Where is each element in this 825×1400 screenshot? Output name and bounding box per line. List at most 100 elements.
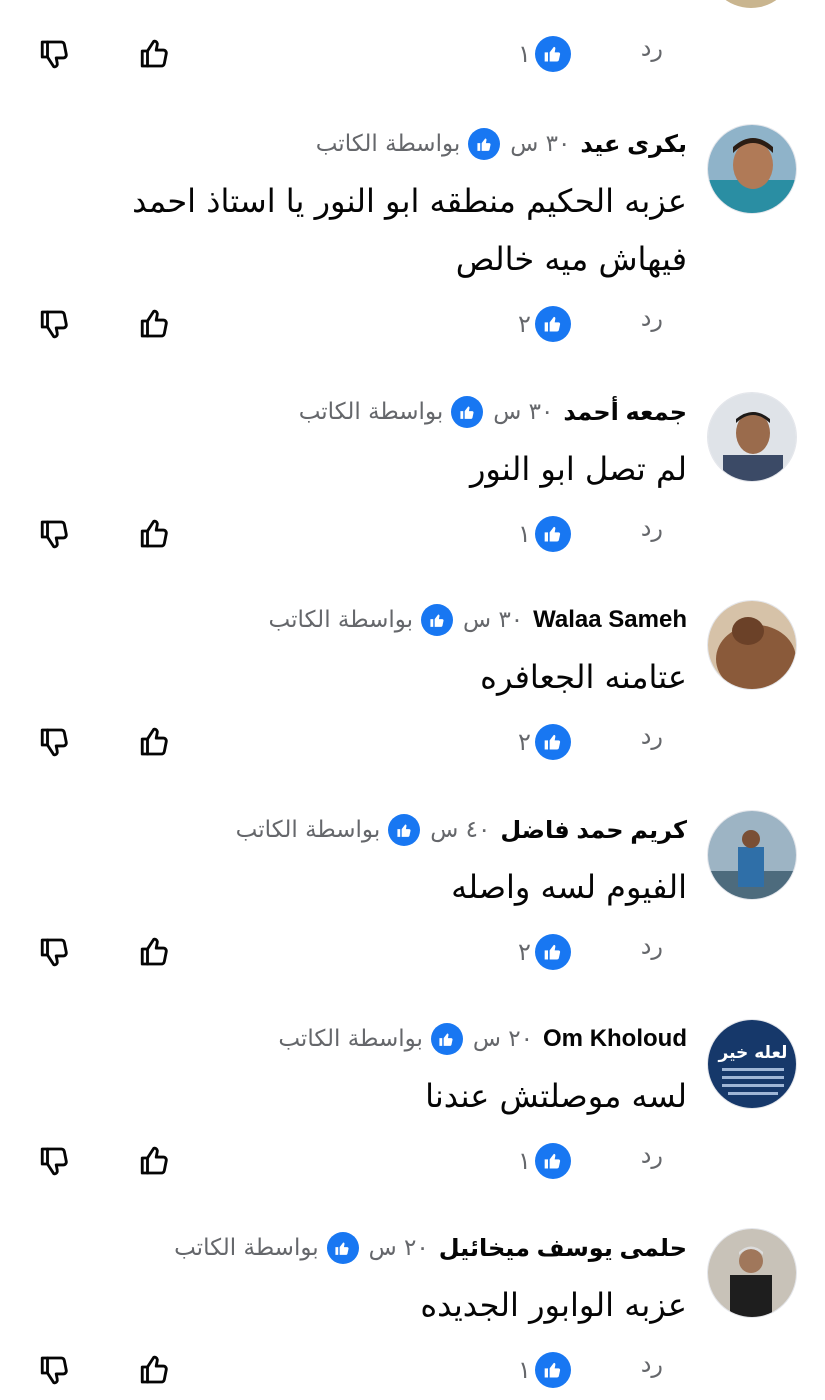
author-name[interactable]: Om Kholoud	[543, 1025, 687, 1053]
author-name[interactable]: حلمى يوسف ميخائيل	[439, 1234, 687, 1263]
author-badge-label: بواسطة الكاتب	[268, 607, 414, 633]
author-badge-label: بواسطة الكاتب	[298, 399, 444, 425]
avatar[interactable]	[707, 810, 797, 900]
comment-text: لسه موصلتش عندنا	[425, 1077, 687, 1115]
author-badge-label: بواسطة الكاتب	[278, 1026, 423, 1052]
like-button[interactable]	[133, 512, 177, 556]
reaction-count-number: ٢	[518, 310, 531, 338]
like-reaction-icon	[534, 1143, 571, 1179]
like-reaction-icon	[534, 724, 571, 760]
author-badge: بواسطة الكاتب	[236, 814, 421, 846]
reaction-count-number: ١	[518, 520, 531, 548]
dislike-button[interactable]	[33, 930, 77, 974]
thumbs-down-icon	[40, 1356, 68, 1385]
comment-action-row: ١ رد	[0, 24, 825, 84]
like-reaction-icon	[430, 1023, 463, 1055]
like-reaction-icon	[451, 396, 484, 428]
avatar[interactable]	[707, 0, 795, 8]
comment-text: عتامنه الجعافره	[480, 658, 687, 696]
comment-action-row: ٢ رد	[0, 712, 825, 772]
comment-meta: Walaa Sameh ٣٠ س بواسطة الكاتب	[268, 602, 687, 638]
thumbs-up-icon	[140, 39, 168, 68]
timestamp[interactable]: ٣٠ س	[463, 607, 523, 633]
dislike-button[interactable]	[33, 32, 77, 76]
thumbs-down-icon	[40, 938, 68, 967]
author-badge-label: بواسطة الكاتب	[174, 1235, 319, 1261]
comment-action-row: ٢ رد	[0, 294, 825, 354]
author-name[interactable]: كريم حمد فاضل	[500, 816, 687, 845]
author-badge: بواسطة الكاتب	[268, 604, 454, 636]
thumbs-down-icon	[40, 1147, 68, 1176]
dislike-button[interactable]	[33, 1139, 77, 1183]
like-button[interactable]	[133, 1139, 177, 1183]
reaction-count-number: ٢	[518, 728, 531, 756]
comment-action-row: ٢ رد	[0, 922, 825, 982]
avatar[interactable]	[707, 392, 797, 482]
reaction-count[interactable]: ١	[518, 1350, 571, 1390]
author-badge-label: بواسطة الكاتب	[315, 131, 461, 157]
avatar[interactable]: لعله خير	[707, 1019, 797, 1109]
reaction-count-number: ١	[518, 1356, 531, 1384]
comment-meta: Om Kholoud ٢٠ س بواسطة الكاتب	[278, 1021, 687, 1057]
reaction-count[interactable]: ١	[518, 34, 571, 74]
like-button[interactable]	[133, 302, 177, 346]
timestamp[interactable]: ٢٠ س	[473, 1026, 533, 1052]
reaction-count-number: ١	[518, 1147, 531, 1175]
timestamp[interactable]: ٣٠ س	[493, 399, 553, 425]
like-reaction-icon	[468, 128, 501, 160]
author-badge: بواسطة الكاتب	[278, 1023, 463, 1055]
thumbs-up-icon	[140, 1146, 168, 1175]
reply-link[interactable]: رد	[641, 34, 663, 62]
reaction-count[interactable]: ١	[518, 1141, 571, 1181]
like-button[interactable]	[133, 1348, 177, 1392]
like-reaction-icon	[421, 604, 454, 636]
timestamp[interactable]: ٤٠ س	[430, 817, 490, 843]
reply-link[interactable]: رد	[641, 304, 663, 332]
author-name[interactable]: Walaa Sameh	[533, 606, 687, 634]
like-button[interactable]	[133, 720, 177, 764]
author-badge-label: بواسطة الكاتب	[235, 817, 381, 843]
avatar-text: لعله خير	[718, 1043, 788, 1063]
reply-link[interactable]: رد	[641, 1141, 663, 1169]
thumbs-up-icon	[140, 727, 168, 756]
comment-text: لم تصل ابو النور	[469, 450, 687, 488]
reaction-count-number: ٢	[518, 938, 531, 966]
reaction-count[interactable]: ٢	[518, 722, 571, 762]
reply-link[interactable]: رد	[641, 722, 663, 750]
author-name[interactable]: جمعه أحمد	[563, 398, 687, 427]
comment-meta: بكرى عيد ٣٠ س بواسطة الكاتب	[316, 126, 687, 162]
comment-meta: حلمى يوسف ميخائيل ٢٠ س بواسطة الكاتب	[174, 1230, 687, 1266]
thumbs-up-icon	[140, 519, 168, 548]
thumbs-up-icon	[140, 937, 168, 966]
thumbs-up-icon	[140, 309, 168, 338]
author-badge: بواسطة الكاتب	[174, 1232, 359, 1264]
dislike-button[interactable]	[33, 1348, 77, 1392]
reaction-count[interactable]: ٢	[518, 304, 571, 344]
avatar[interactable]	[707, 600, 797, 690]
thumbs-down-icon	[40, 40, 68, 69]
reply-link[interactable]: رد	[641, 1350, 663, 1378]
reaction-count[interactable]: ١	[518, 514, 571, 554]
thumbs-down-icon	[40, 520, 68, 549]
like-reaction-icon	[534, 306, 571, 342]
comment-action-row: ١ رد	[0, 504, 825, 564]
comment-text: عزبه الوابور الجديده	[420, 1286, 687, 1324]
dislike-button[interactable]	[33, 302, 77, 346]
like-button[interactable]	[133, 32, 177, 76]
reply-link[interactable]: رد	[641, 514, 663, 542]
like-reaction-icon	[534, 36, 571, 72]
dislike-button[interactable]	[33, 512, 77, 556]
author-name[interactable]: بكرى عيد	[580, 130, 687, 159]
reaction-count[interactable]: ٢	[518, 932, 571, 972]
thumbs-down-icon	[40, 310, 68, 339]
timestamp[interactable]: ٣٠ س	[510, 131, 570, 157]
thumbs-up-icon	[140, 1355, 168, 1384]
avatar[interactable]	[707, 124, 797, 214]
like-button[interactable]	[133, 930, 177, 974]
like-reaction-icon	[534, 934, 571, 970]
reply-link[interactable]: رد	[641, 932, 663, 960]
dislike-button[interactable]	[33, 720, 77, 764]
avatar[interactable]	[707, 1228, 797, 1318]
like-reaction-icon	[534, 516, 571, 552]
timestamp[interactable]: ٢٠ س	[369, 1235, 429, 1261]
